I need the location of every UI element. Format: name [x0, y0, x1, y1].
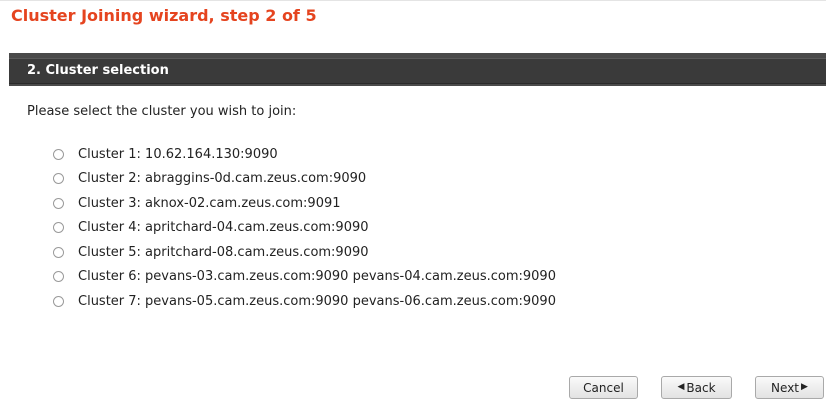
cluster-option-label: Cluster 5: apritchard-08.cam.zeus.com:90… [78, 244, 369, 260]
cluster-option-7[interactable]: Cluster 7: pevans-05.cam.zeus.com:9090 p… [53, 289, 556, 314]
cluster-option-label: Cluster 7: pevans-05.cam.zeus.com:9090 p… [78, 293, 556, 309]
radio-button[interactable] [53, 148, 64, 160]
cluster-option-4[interactable]: Cluster 4: apritchard-04.cam.zeus.com:90… [53, 216, 556, 241]
radio-button[interactable] [53, 197, 64, 209]
right-triangle-icon: ▶ [801, 382, 808, 392]
cancel-button-label: Cancel [583, 380, 624, 395]
cluster-option-3[interactable]: Cluster 3: aknox-02.cam.zeus.com:9091 [53, 191, 556, 216]
cluster-option-label: Cluster 1: 10.62.164.130:9090 [78, 146, 278, 162]
cluster-option-2[interactable]: Cluster 2: abraggins-0d.cam.zeus.com:909… [53, 167, 556, 192]
cluster-option-5[interactable]: Cluster 5: apritchard-08.cam.zeus.com:90… [53, 240, 556, 265]
cluster-option-label: Cluster 3: aknox-02.cam.zeus.com:9091 [78, 195, 341, 211]
cluster-option-label: Cluster 2: abraggins-0d.cam.zeus.com:909… [78, 171, 367, 187]
cancel-button[interactable]: Cancel [569, 376, 638, 399]
next-button-label: Next [771, 380, 800, 395]
radio-button[interactable] [53, 222, 64, 234]
cluster-prompt: Please select the cluster you wish to jo… [27, 104, 297, 119]
cluster-option-label: Cluster 6: pevans-03.cam.zeus.com:9090 p… [78, 269, 556, 285]
back-button-label: Back [686, 380, 716, 395]
radio-button[interactable] [53, 173, 64, 185]
back-button[interactable]: ◀ Back [661, 376, 732, 399]
wizard-title: Cluster Joining wizard, step 2 of 5 [11, 6, 317, 25]
left-triangle-icon: ◀ [677, 382, 685, 392]
top-divider [0, 0, 826, 1]
radio-button[interactable] [53, 271, 64, 283]
section-title: 2. Cluster selection [27, 63, 169, 78]
radio-button[interactable] [53, 246, 64, 258]
cluster-option-label: Cluster 4: apritchard-04.cam.zeus.com:90… [78, 220, 369, 236]
section-header: 2. Cluster selection [9, 58, 826, 84]
next-button[interactable]: Next ▶ [755, 376, 824, 399]
cluster-option-6[interactable]: Cluster 6: pevans-03.cam.zeus.com:9090 p… [53, 265, 556, 290]
cluster-option-1[interactable]: Cluster 1: 10.62.164.130:9090 [53, 142, 556, 167]
radio-button[interactable] [53, 295, 64, 307]
cluster-list: Cluster 1: 10.62.164.130:9090 Cluster 2:… [53, 142, 556, 314]
wizard-page: Cluster Joining wizard, step 2 of 5 2. C… [0, 0, 826, 404]
